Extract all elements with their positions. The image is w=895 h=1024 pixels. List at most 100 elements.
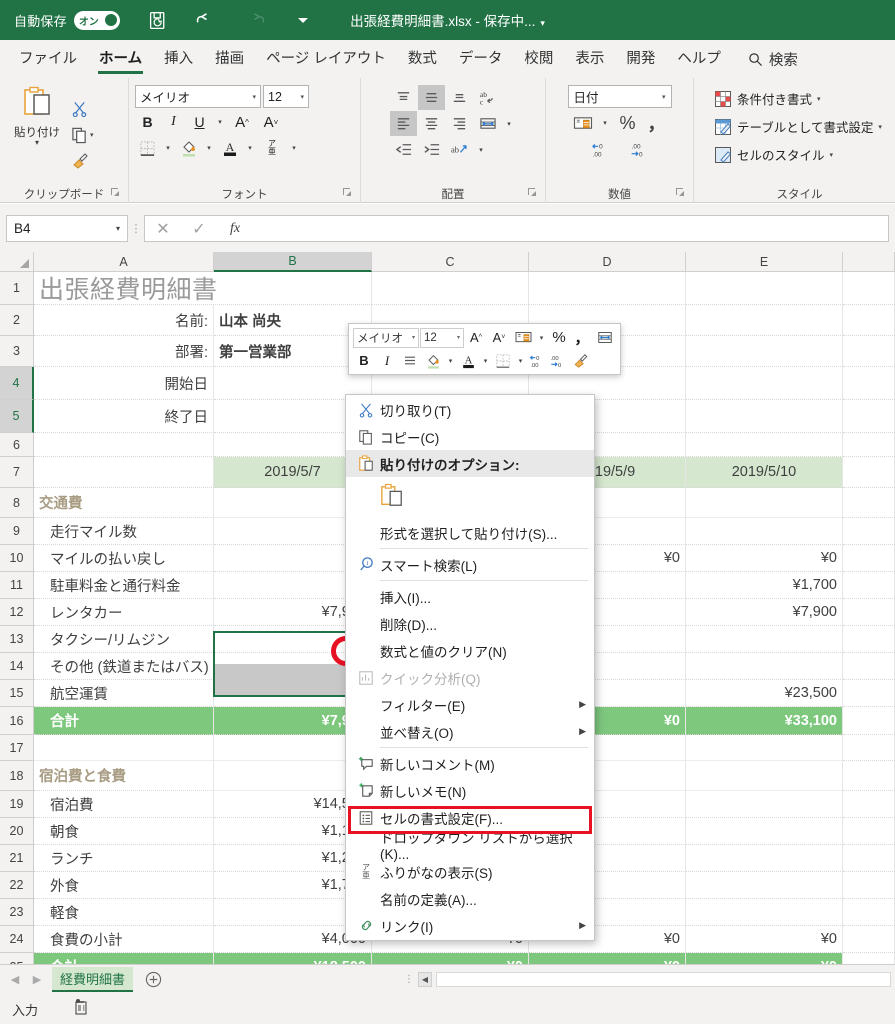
paste-button[interactable]: 貼り付け ▾ — [6, 82, 68, 184]
cell-C1[interactable] — [372, 272, 529, 305]
context-menu-item-copy[interactable]: コピー(C) — [346, 423, 594, 450]
redo-icon[interactable] — [238, 5, 272, 35]
cell-styles-button[interactable]: セルのスタイル ▾ — [710, 142, 889, 167]
mini-font-name-input[interactable]: メイリオ ▾ — [353, 327, 419, 348]
mini-decrease-decimal-button[interactable]: .00 0 — [548, 350, 568, 371]
cell-E16[interactable]: ¥33,100 — [686, 707, 843, 735]
cell-F4[interactable] — [843, 367, 895, 400]
insert-function-button[interactable]: fx — [217, 216, 253, 243]
orientation-dropdown-icon[interactable]: ▾ — [474, 137, 488, 162]
cell-F12[interactable] — [843, 599, 895, 626]
row-header-10[interactable]: 10 — [0, 545, 34, 572]
cell-F19[interactable] — [843, 791, 895, 818]
mini-accounting-button[interactable] — [511, 327, 535, 348]
mini-borders-dropdown-icon[interactable]: ▾ — [515, 350, 526, 371]
align-bottom-button[interactable] — [446, 85, 473, 110]
mini-accounting-dropdown-icon[interactable]: ▾ — [536, 327, 547, 348]
font-size-input[interactable]: 12 ▾ — [263, 85, 309, 108]
tab-view[interactable]: 表示 — [564, 43, 615, 76]
cell-A17[interactable] — [34, 735, 214, 761]
cell-A15[interactable]: 航空運賃 — [34, 680, 214, 707]
search-box[interactable]: 検索 — [748, 49, 798, 70]
add-sheet-button[interactable] — [145, 971, 162, 988]
context-menu-item-define-name[interactable]: 名前の定義(A)... — [346, 885, 594, 912]
cell-E5[interactable] — [686, 400, 843, 433]
tab-page-layout[interactable]: ページ レイアウト — [255, 43, 397, 76]
cell-A25[interactable]: 合計 — [34, 953, 214, 964]
mini-font-color-button[interactable]: A — [457, 350, 479, 371]
save-icon[interactable] — [142, 5, 176, 35]
mini-percent-button[interactable]: % — [548, 327, 570, 348]
row-header-13[interactable]: 13 — [0, 626, 34, 653]
row-header-14[interactable]: 14 — [0, 653, 34, 680]
conditional-formatting-dropdown-icon[interactable]: ▾ — [817, 95, 821, 103]
cell-E20[interactable] — [686, 818, 843, 845]
context-menu-item-link[interactable]: リンク(I) ▶ — [346, 912, 594, 939]
increase-indent-button[interactable] — [418, 137, 445, 162]
cell-E4[interactable] — [686, 367, 843, 400]
cell-A2[interactable]: 名前: — [34, 305, 214, 336]
cell-E21[interactable] — [686, 845, 843, 872]
column-header-c[interactable]: C — [372, 252, 529, 272]
cell-F9[interactable] — [843, 518, 895, 545]
orientation-button[interactable]: ab — [446, 137, 473, 162]
cell-F24[interactable] — [843, 926, 895, 953]
column-header-f[interactable] — [843, 252, 895, 272]
cell-D1[interactable] — [529, 272, 686, 305]
row-header-4[interactable]: 4 — [0, 367, 34, 400]
mini-shrink-font-button[interactable]: A ˅ — [488, 327, 510, 348]
cell-F18[interactable] — [843, 761, 895, 791]
tab-formulas[interactable]: 数式 — [397, 43, 448, 76]
row-header-24[interactable]: 24 — [0, 926, 34, 953]
cell-C25[interactable]: ¥0 — [372, 953, 529, 964]
cell-A13[interactable]: タクシー/リムジン — [34, 626, 214, 653]
cell-E15[interactable]: ¥23,500 — [686, 680, 843, 707]
align-left-button[interactable] — [390, 111, 417, 136]
undo-icon[interactable] — [190, 5, 224, 35]
context-menu-item-filter[interactable]: フィルター(E) ▶ — [346, 691, 594, 718]
row-header-7[interactable]: 7 — [0, 457, 34, 488]
cell-E9[interactable] — [686, 518, 843, 545]
cell-F20[interactable] — [843, 818, 895, 845]
context-menu-item-paste-special[interactable]: 形式を選択して貼り付け(S)... — [346, 519, 594, 546]
align-top-button[interactable] — [390, 85, 417, 110]
cell-E18[interactable] — [686, 761, 843, 791]
cell-E24[interactable]: ¥0 — [686, 926, 843, 953]
row-header-19[interactable]: 19 — [0, 791, 34, 818]
merge-and-center-button[interactable] — [474, 111, 501, 136]
cell-F5[interactable] — [843, 400, 895, 433]
cell-E19[interactable] — [686, 791, 843, 818]
context-menu-item-insert[interactable]: 挿入(I)... — [346, 583, 594, 610]
cell-A21[interactable]: ランチ — [34, 845, 214, 872]
cell-F13[interactable] — [843, 626, 895, 653]
align-middle-button[interactable] — [418, 85, 445, 110]
cell-B25[interactable]: ¥18,500 — [214, 953, 372, 964]
context-menu-item-pick-from-dropdown[interactable]: ドロップダウン リストから選択(K)... — [346, 831, 594, 862]
format-painter-button[interactable] — [68, 149, 97, 173]
cell-E6[interactable] — [686, 433, 843, 457]
alignment-dialog-launcher-icon[interactable] — [528, 188, 537, 200]
cell-A9[interactable]: 走行マイル数 — [34, 518, 214, 545]
row-header-12[interactable]: 12 — [0, 599, 34, 626]
cell-E17[interactable] — [686, 735, 843, 761]
context-menu-item-show-phonetic[interactable]: ア亜 ふりがなの表示(S) — [346, 858, 594, 885]
mini-grow-font-button[interactable]: A ^ — [465, 327, 487, 348]
cell-F1[interactable] — [843, 272, 895, 305]
column-header-b[interactable]: B — [214, 252, 372, 272]
align-right-button[interactable] — [446, 111, 473, 136]
cell-A7[interactable] — [34, 457, 214, 488]
underline-dropdown-icon[interactable]: ▾ — [213, 110, 227, 134]
fill-color-button[interactable] — [176, 136, 201, 160]
mini-fill-color-dropdown-icon[interactable]: ▾ — [445, 350, 456, 371]
cell-F2[interactable] — [843, 305, 895, 336]
cell-F3[interactable] — [843, 336, 895, 367]
mini-merge-center-button[interactable] — [594, 327, 616, 348]
mini-font-size-input[interactable]: 12 ▾ — [420, 327, 464, 348]
cell-F17[interactable] — [843, 735, 895, 761]
scroll-left-button[interactable]: ◀ — [418, 972, 432, 987]
font-name-dropdown-icon[interactable]: ▾ — [252, 93, 256, 101]
row-header-21[interactable]: 21 — [0, 845, 34, 872]
copy-button[interactable]: ▾ — [68, 123, 97, 147]
tab-insert[interactable]: 挿入 — [153, 43, 204, 76]
cell-A18[interactable]: 宿泊費と食費 — [34, 761, 214, 791]
